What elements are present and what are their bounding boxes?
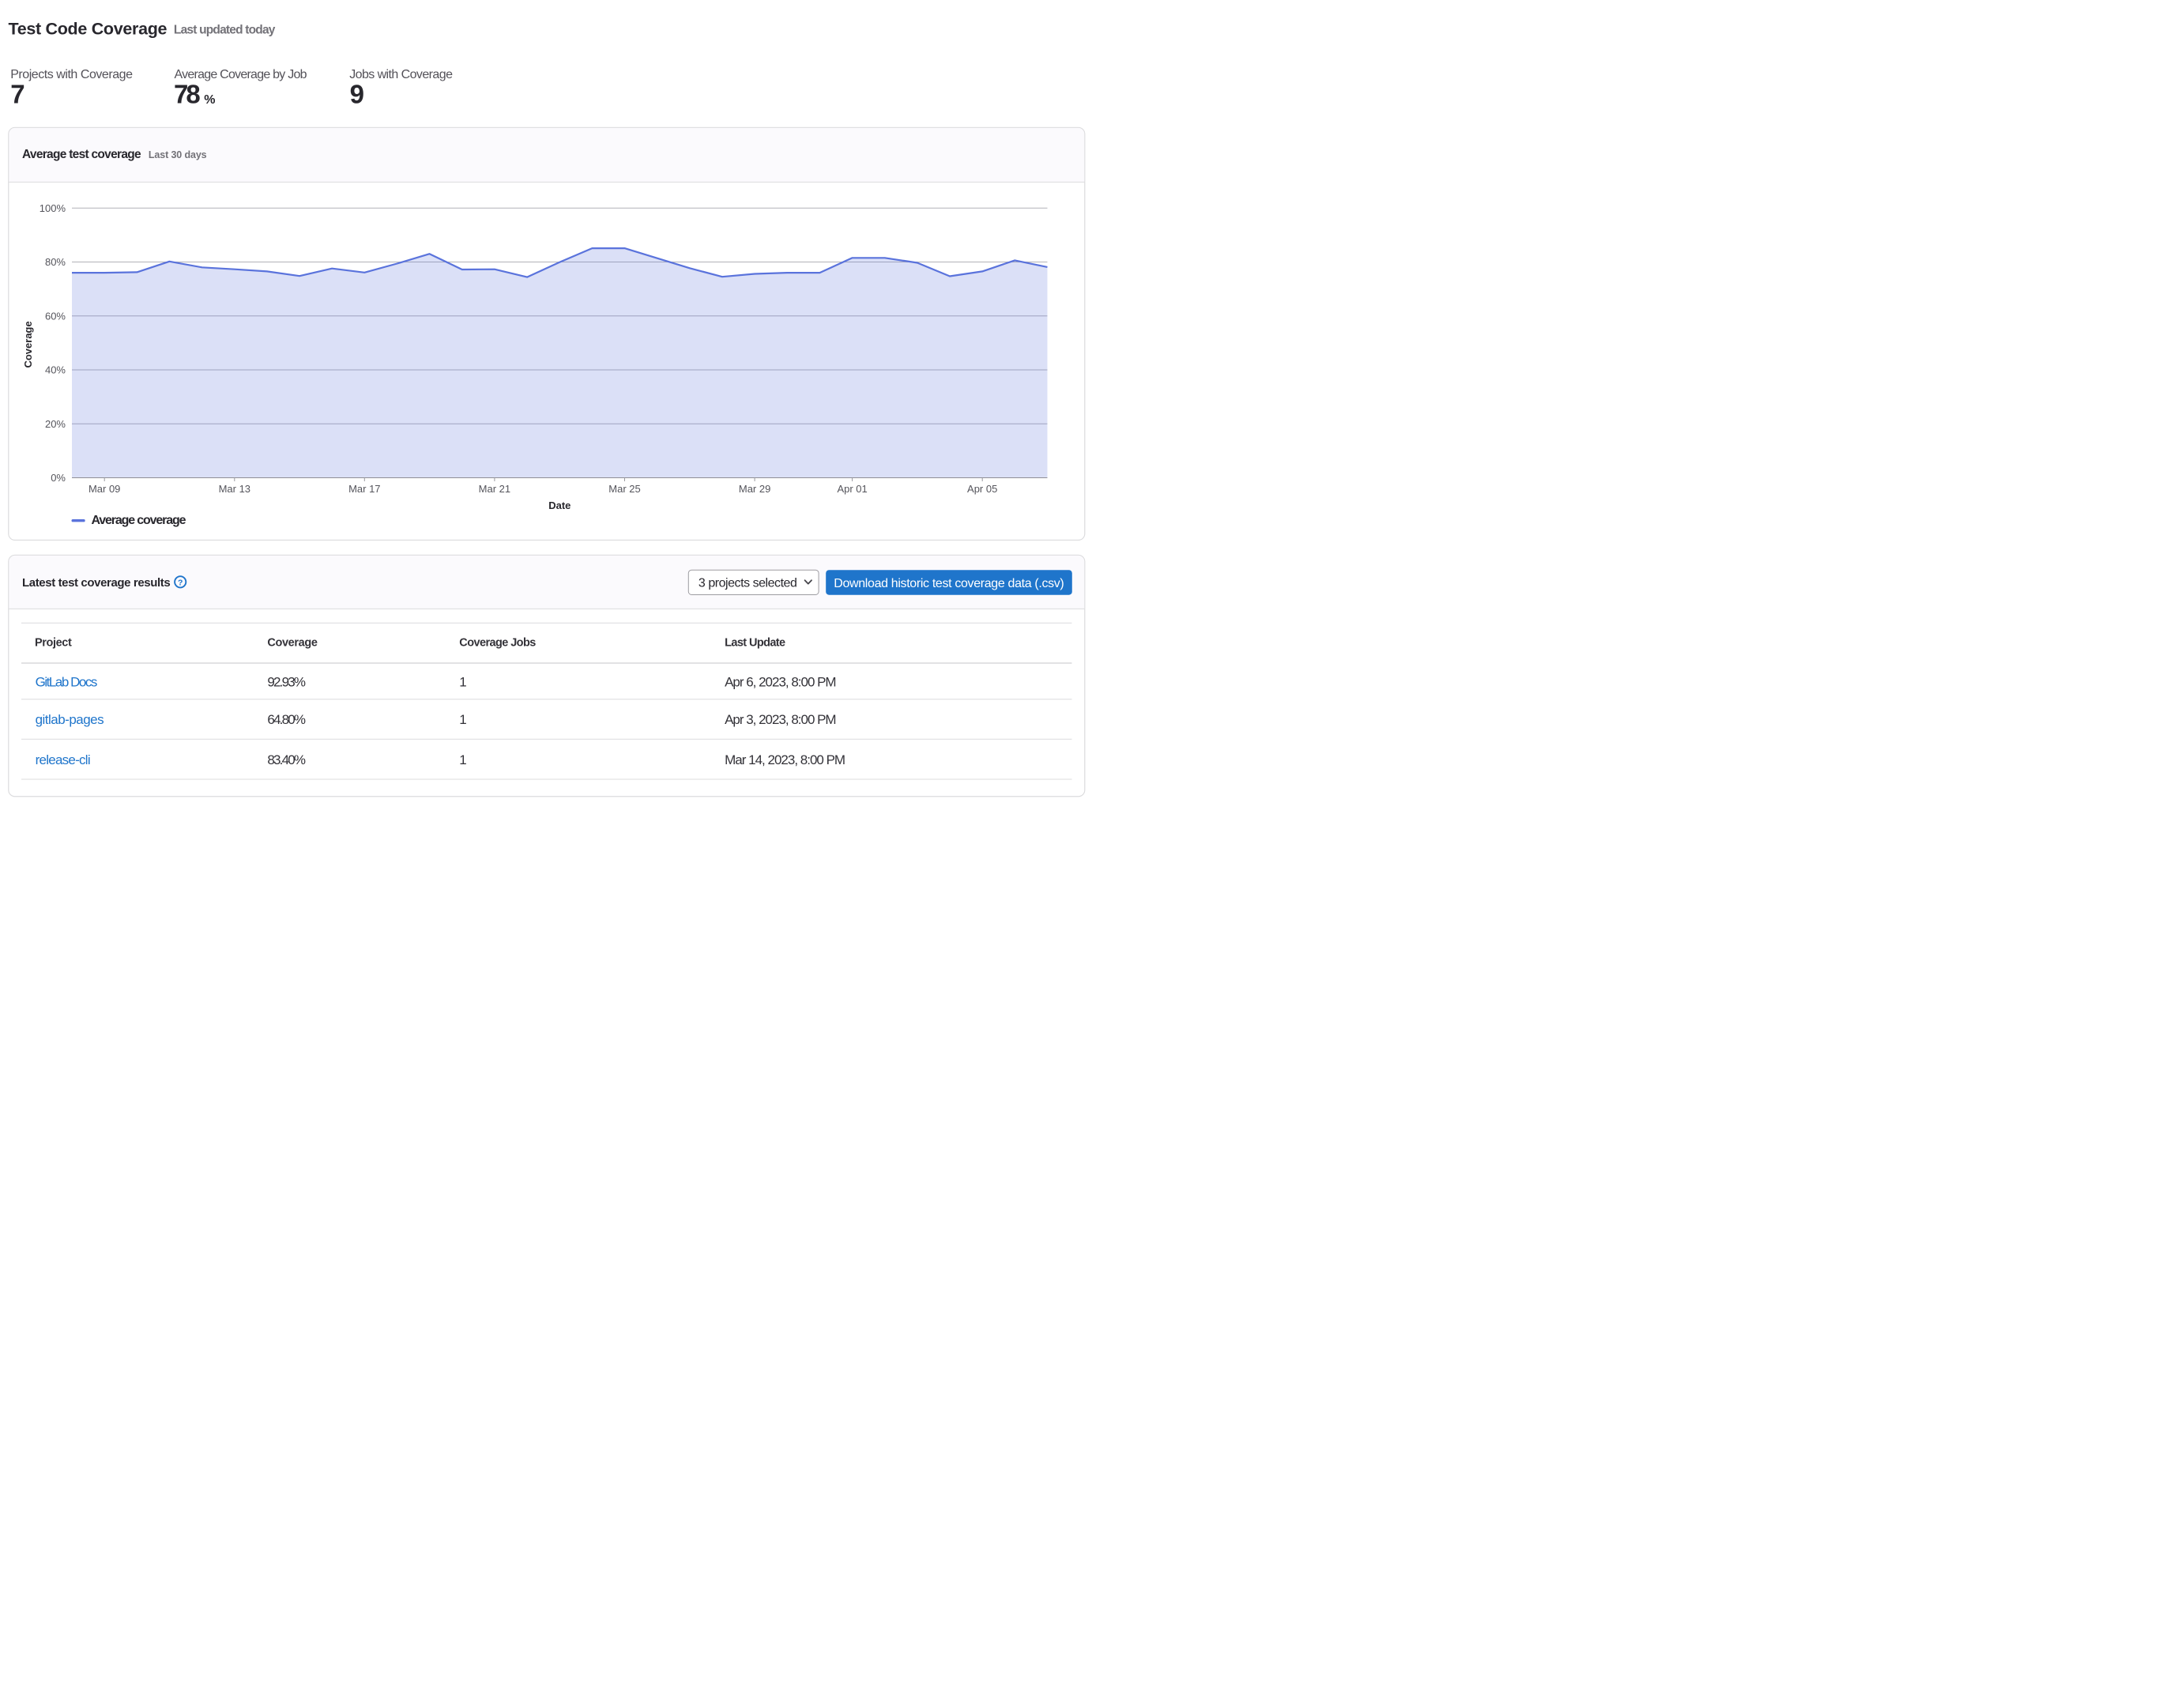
svg-text:Last Update: Last Update	[725, 637, 785, 650]
svg-text:Apr 01: Apr 01	[837, 483, 867, 495]
svg-text:20%: 20%	[45, 418, 66, 430]
svg-text:78: 78	[174, 79, 200, 108]
svg-text:GitLab Docs: GitLab Docs	[36, 675, 98, 690]
svg-text:80%: 80%	[45, 256, 66, 268]
svg-text:Mar 29: Mar 29	[739, 483, 770, 495]
svg-text:1: 1	[459, 712, 466, 727]
svg-text:Average test coverage: Average test coverage	[22, 148, 141, 161]
svg-text:Download historic test coverag: Download historic test coverage data (.c…	[834, 577, 1064, 590]
svg-text:Mar 25: Mar 25	[608, 483, 640, 495]
svg-text:Mar 09: Mar 09	[88, 483, 120, 495]
svg-text:Coverage: Coverage	[267, 637, 318, 650]
svg-text:Jobs with Coverage: Jobs with Coverage	[349, 68, 453, 81]
svg-text:7: 7	[10, 79, 24, 108]
svg-text:Date: Date	[548, 499, 570, 511]
svg-text:Apr 3, 2023, 8:00 PM: Apr 3, 2023, 8:00 PM	[725, 712, 837, 727]
svg-text:Coverage Jobs: Coverage Jobs	[459, 637, 536, 650]
svg-text:Last 30 days: Last 30 days	[149, 149, 207, 160]
svg-text:%: %	[204, 93, 215, 107]
svg-text:92.93%: 92.93%	[267, 675, 306, 690]
svg-text:gitlab-pages: gitlab-pages	[36, 712, 104, 727]
svg-text:Average coverage: Average coverage	[92, 514, 186, 527]
svg-text:Test Code Coverage: Test Code Coverage	[9, 20, 168, 39]
svg-text:1: 1	[459, 675, 466, 690]
svg-text:Project: Project	[35, 637, 72, 650]
svg-text:Mar 17: Mar 17	[348, 483, 380, 495]
svg-text:3 projects selected: 3 projects selected	[699, 576, 797, 590]
svg-text:0%: 0%	[51, 472, 66, 484]
svg-text:1: 1	[459, 752, 466, 767]
svg-text:Projects with Coverage: Projects with Coverage	[10, 68, 133, 81]
svg-text:Coverage: Coverage	[22, 321, 34, 368]
svg-text:83.40%: 83.40%	[267, 752, 306, 767]
svg-text:?: ?	[178, 579, 183, 588]
svg-text:Apr 6, 2023, 8:00 PM: Apr 6, 2023, 8:00 PM	[725, 675, 837, 690]
svg-text:release-cli: release-cli	[36, 752, 91, 767]
svg-text:9: 9	[350, 79, 364, 108]
svg-text:Mar 13: Mar 13	[219, 483, 250, 495]
svg-text:Latest test coverage results: Latest test coverage results	[22, 576, 171, 590]
svg-text:Mar 21: Mar 21	[479, 483, 510, 495]
svg-text:40%: 40%	[45, 364, 66, 376]
svg-text:Apr 05: Apr 05	[967, 483, 997, 495]
svg-text:Last updated today: Last updated today	[174, 24, 276, 37]
svg-text:100%: 100%	[40, 202, 66, 214]
svg-text:Mar 14, 2023, 8:00 PM: Mar 14, 2023, 8:00 PM	[725, 752, 845, 767]
svg-text:64.80%: 64.80%	[267, 712, 306, 727]
svg-text:60%: 60%	[45, 310, 66, 322]
